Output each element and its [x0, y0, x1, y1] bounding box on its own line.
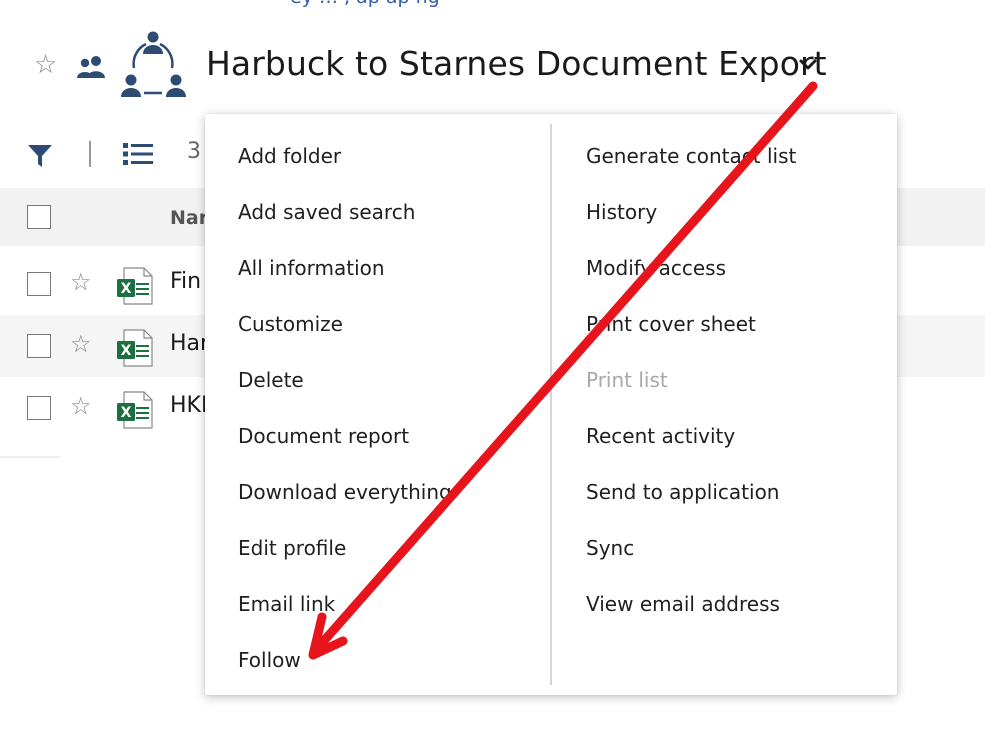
menu-item-view-email-address[interactable]: View email address — [586, 582, 796, 638]
star-outline-icon[interactable]: ☆ — [70, 270, 92, 294]
page-header: ☆ Harbuck to Starnes Document Export — [0, 0, 985, 120]
people-icon[interactable] — [76, 54, 106, 84]
table-bottom-border — [0, 456, 60, 458]
chevron-down-icon[interactable] — [797, 57, 819, 77]
menu-item-history[interactable]: History — [586, 190, 796, 246]
excel-icon: X — [116, 391, 154, 433]
row-checkbox[interactable] — [27, 396, 51, 420]
star-outline-icon[interactable]: ☆ — [70, 332, 92, 356]
menu-column-left: Add folder Add saved search All informat… — [238, 134, 452, 694]
row-name[interactable]: HKI — [170, 393, 207, 418]
menu-item-generate-contact-list[interactable]: Generate contact list — [586, 134, 796, 190]
row-checkbox[interactable] — [27, 272, 51, 296]
menu-column-divider — [550, 124, 552, 685]
toolbar-divider — [89, 141, 91, 167]
star-outline-icon[interactable]: ☆ — [70, 394, 92, 418]
menu-item-email-link[interactable]: Email link — [238, 582, 452, 638]
column-header-name[interactable]: Nar — [170, 207, 208, 229]
menu-item-print-list: Print list — [586, 368, 668, 392]
page-title[interactable]: Harbuck to Starnes Document Export — [206, 44, 827, 83]
menu-item-delete[interactable]: Delete — [238, 358, 452, 414]
menu-column-right: Generate contact list History Modify acc… — [586, 134, 796, 638]
menu-item-add-folder[interactable]: Add folder — [238, 134, 452, 190]
row-checkbox[interactable] — [27, 334, 51, 358]
excel-icon: X — [116, 329, 154, 371]
menu-item-modify-access[interactable]: Modify access — [586, 246, 796, 302]
row-name[interactable]: Har — [170, 331, 209, 356]
menu-item-follow[interactable]: Follow — [238, 638, 452, 694]
star-outline-icon[interactable]: ☆ — [34, 52, 57, 78]
select-all-checkbox[interactable] — [27, 205, 51, 229]
menu-item-all-information[interactable]: All information — [238, 246, 452, 302]
svg-text:X: X — [121, 343, 132, 359]
svg-text:X: X — [121, 281, 132, 297]
row-name[interactable]: Fin — [170, 269, 201, 294]
team-cycle-icon — [118, 30, 188, 104]
list-view-icon[interactable] — [123, 142, 153, 170]
menu-item-download-everything[interactable]: Download everything — [238, 470, 452, 526]
menu-item-sync[interactable]: Sync — [586, 526, 796, 582]
menu-item-document-report[interactable]: Document report — [238, 414, 452, 470]
menu-item-customize[interactable]: Customize — [238, 302, 452, 358]
menu-item-print-cover-sheet[interactable]: Print cover sheet — [586, 302, 796, 358]
svg-text:X: X — [121, 405, 132, 421]
item-count: 3 — [187, 139, 201, 164]
menu-item-send-to-application[interactable]: Send to application — [586, 470, 796, 526]
actions-dropdown-menu: Add folder Add saved search All informat… — [205, 114, 897, 695]
menu-item-edit-profile[interactable]: Edit profile — [238, 526, 452, 582]
menu-item-recent-activity[interactable]: Recent activity — [586, 414, 796, 470]
filter-icon[interactable] — [27, 144, 53, 172]
menu-item-add-saved-search[interactable]: Add saved search — [238, 190, 452, 246]
excel-icon: X — [116, 267, 154, 309]
